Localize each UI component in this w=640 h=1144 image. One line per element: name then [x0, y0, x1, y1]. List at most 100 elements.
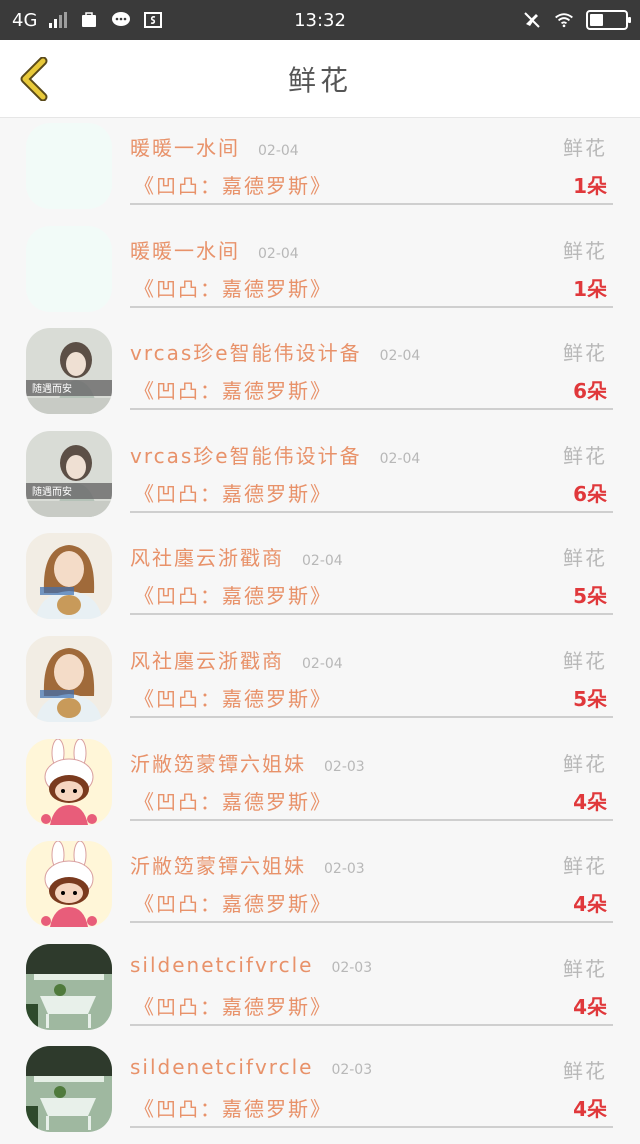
gift-count: 6朵 [573, 481, 607, 506]
send-date: 02-03 [331, 959, 373, 976]
sender-name[interactable]: 暖暖一水间 [130, 132, 240, 161]
list-item[interactable]: sildenetcifvrcle 02-03 鲜花《凹凸：嘉德罗斯》 4朵 [0, 1041, 640, 1144]
avatar[interactable] [26, 225, 112, 312]
gift-type: 鲜花 [563, 238, 607, 263]
send-date: 02-04 [258, 245, 299, 262]
gift-count: 5朵 [573, 686, 607, 711]
gift-type: 鲜花 [563, 648, 607, 673]
mute-icon [522, 10, 542, 30]
list-item[interactable]: 风社廛云浙戳商 02-04 鲜花《凹凸：嘉德罗斯》 5朵 [0, 631, 640, 734]
gift-description: 《凹凸：嘉德罗斯》 [134, 481, 332, 506]
gift-description: 《凹凸：嘉德罗斯》 [134, 994, 332, 1019]
send-date: 02-04 [302, 553, 343, 570]
avatar[interactable]: 随遇而安 [26, 328, 112, 415]
gift-description: 《凹凸：嘉德罗斯》 [134, 789, 332, 814]
avatar[interactable] [26, 943, 112, 1030]
gift-count: 4朵 [573, 789, 607, 814]
sender-name[interactable]: sildenetcifvrcle [130, 953, 313, 977]
gift-type: 鲜花 [563, 1059, 607, 1084]
list-item-content: 沂敝笾蒙镡六姐妹 02-03 鲜花 《凹凸：嘉德罗斯》 4朵 [130, 836, 613, 924]
send-date: 02-04 [379, 348, 421, 365]
gift-type: 鲜花 [563, 546, 607, 571]
sender-name[interactable]: sildenetcifvrcle [130, 1055, 313, 1079]
list-item[interactable]: sildenetcifvrcle 02-03 鲜花《凹凸：嘉德罗斯》 4朵 [0, 939, 640, 1042]
name-line: 风社廛云浙戳商 02-04 [130, 645, 343, 674]
list-item-content: sildenetcifvrcle 02-03 鲜花《凹凸：嘉德罗斯》 4朵 [130, 939, 613, 1026]
gift-count: 6朵 [573, 379, 607, 404]
send-date: 02-03 [331, 1062, 373, 1079]
send-date: 02-04 [302, 655, 343, 672]
page-title: 鲜花 [287, 63, 352, 97]
list-item-content: vrcas珍e智能伟设计备 02-04 鲜花《凹凸：嘉德罗斯》 6朵 [130, 323, 613, 411]
avatar[interactable] [26, 841, 112, 928]
send-date: 02-03 [324, 861, 365, 878]
gift-type: 鲜花 [563, 956, 607, 981]
gift-count: 1朵 [573, 276, 607, 301]
sender-name[interactable]: 暖暖一水间 [130, 235, 240, 264]
chat-icon [111, 10, 131, 30]
chevron-left-icon [20, 57, 48, 101]
gift-description: 《凹凸：嘉德罗斯》 [134, 174, 332, 198]
avatar[interactable] [26, 1046, 112, 1133]
sender-name[interactable]: 风社廛云浙戳商 [130, 542, 284, 571]
status-left: 4G [12, 10, 163, 31]
sender-name[interactable]: 风社廛云浙戳商 [130, 645, 284, 674]
list-item[interactable]: 沂敝笾蒙镡六姐妹 02-03 鲜花 《凹凸：嘉德罗斯》 4朵 [0, 836, 640, 939]
name-line: 沂敝笾蒙镡六姐妹 02-03 [130, 850, 365, 879]
list-item-content: 风社廛云浙戳商 02-04 鲜花《凹凸：嘉德罗斯》 5朵 [130, 631, 613, 718]
sender-name[interactable]: vrcas珍e智能伟设计备 [130, 337, 362, 366]
gift-count: 4朵 [573, 892, 607, 917]
status-right [522, 10, 631, 30]
send-date: 02-04 [258, 143, 299, 159]
list-item[interactable]: 随遇而安 vrcas珍e智能伟设计备 02-04 鲜花《凹凸：嘉德罗斯》 6朵 [0, 323, 640, 426]
avatar[interactable] [26, 123, 112, 209]
name-line: 暖暖一水间 02-04 [130, 235, 299, 264]
gift-count: 4朵 [573, 1097, 607, 1122]
list-item-content: 暖暖一水间 02-04 鲜花《凹凸：嘉德罗斯》 1朵 [130, 221, 613, 308]
gift-type: 鲜花 [563, 136, 607, 160]
gift-description: 《凹凸：嘉德罗斯》 [134, 686, 332, 711]
sender-name[interactable]: 沂敝笾蒙镡六姐妹 [130, 748, 306, 777]
gift-description: 《凹凸：嘉德罗斯》 [134, 276, 332, 301]
back-button[interactable] [14, 56, 54, 102]
signal-icon [49, 12, 68, 28]
screenshot-icon [143, 10, 163, 30]
send-date: 02-03 [324, 758, 365, 775]
gift-count: 4朵 [573, 994, 607, 1019]
send-date: 02-04 [379, 450, 421, 467]
bag-icon [79, 10, 99, 30]
list-item[interactable]: 沂敝笾蒙镡六姐妹 02-03 鲜花《凹凸：嘉德罗斯》 4朵 [0, 734, 640, 837]
list-item[interactable]: 暖暖一水间 02-04 鲜花《凹凸：嘉德罗斯》 1朵 [0, 221, 640, 324]
avatar[interactable] [26, 533, 112, 620]
gift-type: 鲜花 [563, 751, 607, 776]
sender-name[interactable]: 沂敝笾蒙镡六姐妹 [130, 850, 306, 879]
name-line: sildenetcifvrcle 02-03 [130, 1055, 372, 1079]
name-line: vrcas珍e智能伟设计备 02-04 [130, 337, 420, 366]
avatar[interactable] [26, 635, 112, 722]
list-item-content: 风社廛云浙戳商 02-04 鲜花《凹凸：嘉德罗斯》 5朵 [130, 528, 613, 616]
list-item[interactable]: 暖暖一水间 02-04 鲜花《凹凸：嘉德罗斯》 1朵 [0, 118, 640, 221]
list-item[interactable]: 风社廛云浙戳商 02-04 鲜花《凹凸：嘉德罗斯》 5朵 [0, 528, 640, 631]
name-line: 暖暖一水间 02-04 [130, 132, 299, 161]
list-item-content: 暖暖一水间 02-04 鲜花《凹凸：嘉德罗斯》 1朵 [130, 118, 613, 205]
list-item[interactable]: 随遇而安 vrcas珍e智能伟设计备 02-04 鲜花 《凹凸：嘉德罗斯》 6朵 [0, 426, 640, 529]
name-line: 风社廛云浙戳商 02-04 [130, 542, 343, 571]
sender-name[interactable]: vrcas珍e智能伟设计备 [130, 440, 362, 469]
gift-description: 《凹凸：嘉德罗斯》 [134, 892, 332, 917]
header: 鲜花 [0, 40, 640, 118]
avatar[interactable]: 随遇而安 [26, 430, 112, 517]
gift-count: 1朵 [573, 174, 607, 198]
gift-description: 《凹凸：嘉德罗斯》 [134, 379, 332, 404]
status-bar: 4G 13:32 [0, 0, 640, 40]
gift-count: 5朵 [573, 584, 607, 609]
gift-description: 《凹凸：嘉德罗斯》 [134, 584, 332, 609]
list-item-content: 沂敝笾蒙镡六姐妹 02-03 鲜花《凹凸：嘉德罗斯》 4朵 [130, 734, 613, 821]
avatar[interactable] [26, 738, 112, 825]
gift-description: 《凹凸：嘉德罗斯》 [134, 1097, 332, 1122]
svg-text:随遇而安: 随遇而安 [32, 382, 72, 395]
gift-type: 鲜花 [563, 341, 607, 366]
svg-text:随遇而安: 随遇而安 [32, 485, 72, 498]
name-line: vrcas珍e智能伟设计备 02-04 [130, 440, 420, 469]
flower-list: 暖暖一水间 02-04 鲜花 《凹凸：嘉德罗斯》 1朵 暖暖一水间 02-04 鲜花 《凹凸：嘉… [0, 118, 640, 1144]
list-item-content: sildenetcifvrcle 02-03 鲜花《凹凸：嘉德罗斯》 4朵 [130, 1041, 613, 1129]
